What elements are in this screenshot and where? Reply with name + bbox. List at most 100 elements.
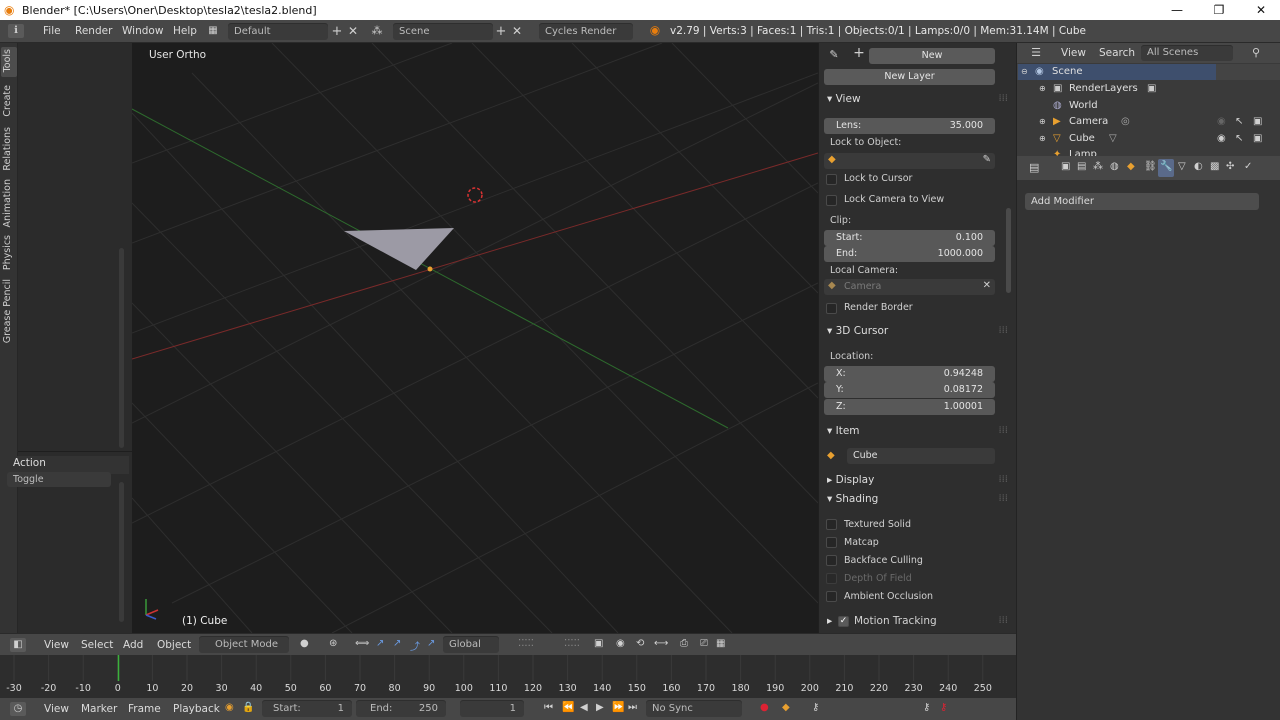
menu-file[interactable]: File — [43, 20, 61, 43]
clear-icon[interactable]: ✕ — [983, 280, 991, 291]
local-camera-field[interactable]: ◆ Camera ✕ — [824, 279, 995, 295]
prev-keyframe-icon[interactable]: ⏪ — [562, 702, 574, 713]
add-modifier-button[interactable]: Add Modifier — [1025, 193, 1259, 210]
menu-select[interactable]: Select — [81, 634, 113, 656]
tab-grease-pencil[interactable]: Grease Pencil — [2, 279, 16, 343]
operator-toggle-select[interactable]: Toggle — [7, 472, 111, 487]
screen-layout-field[interactable]: Default — [228, 23, 328, 40]
menu-window[interactable]: Window — [122, 20, 163, 43]
keying-set-icon[interactable]: ◉ — [225, 702, 234, 713]
snap-element-icon[interactable]: ⟷ — [654, 638, 668, 649]
world-tab-icon[interactable]: ◍ — [1110, 161, 1119, 172]
menu-frame[interactable]: Frame — [128, 698, 161, 720]
timeline[interactable]: -30 -20 -10 0 10 20 30 40 50 60 70 80 90 100 110 120 130… — [0, 655, 1016, 698]
orientation-select[interactable]: Global — [443, 636, 499, 653]
editor-type-timeline-icon[interactable]: ◷ — [10, 702, 26, 716]
menu-object[interactable]: Object — [157, 634, 191, 656]
menu-render[interactable]: Render — [75, 20, 112, 43]
transform-icon[interactable]: ↗ — [427, 638, 435, 649]
mode-select[interactable]: Object Mode — [199, 636, 289, 653]
outliner-row-cube[interactable]: ⊕ ▽ Cube ▽ ◉ ↖ ▣ — [1017, 131, 1280, 147]
jump-end-icon[interactable]: ⏭ — [628, 702, 637, 713]
delete-keyframe-icon[interactable]: ⚷ — [940, 702, 947, 713]
eyedropper-icon[interactable]: ✎ — [983, 154, 991, 165]
visibility-icon[interactable]: ◉ — [1217, 114, 1226, 130]
insert-keyframe-icon[interactable]: ⚷ — [923, 702, 930, 713]
motion-tracking-header[interactable]: ▸ — [827, 615, 832, 627]
proportional-edit-icon[interactable]: ◉ — [616, 638, 625, 649]
menu-marker[interactable]: Marker — [81, 698, 117, 720]
object-name-field[interactable]: Cube — [847, 448, 995, 464]
play-icon[interactable]: ▶ — [596, 702, 604, 713]
remove-scene-icon[interactable]: ✕ — [511, 24, 523, 38]
outliner-editor-icon[interactable]: ☰ — [1029, 46, 1043, 59]
lock-object-field[interactable]: ◆ ✎ — [824, 153, 995, 169]
properties-editor-icon[interactable]: ▤ — [1029, 161, 1039, 174]
particles-tab-icon[interactable]: ✣ — [1226, 161, 1234, 172]
mesh-data-tab-icon[interactable]: ▽ — [1178, 161, 1186, 172]
play-reverse-icon[interactable]: ◀ — [580, 702, 588, 713]
keyframe-icon[interactable]: ◆ — [782, 702, 790, 713]
add-icon[interactable]: + — [852, 45, 866, 61]
manipulator-icon[interactable]: ⟺ — [355, 638, 369, 649]
outliner-row-world[interactable]: ◍ World — [1017, 98, 1280, 114]
outliner-filter-select[interactable]: All Scenes — [1141, 45, 1233, 61]
texture-tab-icon[interactable]: ▩ — [1210, 161, 1219, 172]
tab-animation[interactable]: Animation — [2, 179, 16, 227]
search-icon[interactable]: ⚲ — [1249, 46, 1263, 59]
tab-physics[interactable]: Physics — [2, 235, 16, 270]
scene-icon[interactable]: ⁂ — [370, 24, 384, 37]
scale-icon[interactable]: ⤴ — [410, 638, 420, 653]
view-panel-header[interactable]: ▾ View — [827, 93, 861, 105]
remove-layout-icon[interactable]: ✕ — [347, 24, 359, 38]
render-engine-select[interactable]: Cycles Render — [539, 23, 633, 40]
grease-pencil-icon[interactable]: ✎ — [827, 48, 841, 61]
menu-timeline-view[interactable]: View — [44, 698, 69, 720]
render-icon[interactable]: ⎙ — [680, 638, 688, 649]
collapse-icon[interactable]: ⊕ — [1039, 114, 1046, 130]
keyframe-type-icon[interactable]: ⚷ — [812, 702, 819, 713]
object-tab-icon[interactable]: ◆ — [1127, 161, 1135, 172]
collapse-icon[interactable]: ⊖ — [1021, 64, 1028, 80]
new-layer-button[interactable]: New Layer — [824, 69, 995, 85]
item-panel-header[interactable]: ▾ Item — [827, 425, 860, 437]
outliner-row-renderlayers[interactable]: ⊕ ▣ RenderLayers ▣ — [1017, 81, 1280, 97]
lock-camera-checkbox[interactable] — [826, 195, 837, 206]
collapse-icon[interactable]: ⊕ — [1039, 81, 1046, 97]
constraints-tab-icon[interactable]: ⛓ — [1144, 161, 1157, 172]
material-tab-icon[interactable]: ◐ — [1194, 161, 1203, 172]
menu-view[interactable]: View — [44, 634, 69, 656]
panel-grip-icon[interactable]: ⁞⁞⁞ — [998, 425, 1008, 436]
clip-end-field[interactable]: End: 1000.000 — [824, 246, 995, 262]
local-layer-icon[interactable]: ▣ — [594, 638, 603, 649]
cursor-x-field[interactable]: X: 0.94248 — [824, 366, 995, 382]
scene-field[interactable]: Scene — [393, 23, 493, 40]
render-animation-icon[interactable]: ⎚ — [700, 638, 708, 649]
selectability-icon[interactable]: ↖ — [1235, 114, 1243, 130]
outliner-view-menu[interactable]: View — [1061, 43, 1086, 63]
opengl-render-icon[interactable]: ▦ — [716, 638, 725, 649]
3d-viewport[interactable]: User Ortho (1) Cube — [132, 43, 818, 633]
lens-field[interactable]: Lens: 35.000 — [824, 118, 995, 134]
operator-scrollbar[interactable] — [119, 482, 124, 622]
cursor-panel-header[interactable]: ▾ 3D Cursor — [827, 325, 888, 337]
tab-tools[interactable]: Tools — [2, 49, 16, 72]
editor-type-3d-icon[interactable]: ◧ — [10, 638, 26, 652]
menu-playback[interactable]: Playback — [173, 698, 220, 720]
outliner-row-camera[interactable]: ⊕ ▶ Camera ◎ ◉ ↖ ▣ — [1017, 114, 1280, 130]
scene-tab-icon[interactable]: ⁂ — [1093, 161, 1103, 172]
translate-icon[interactable]: ↗ — [376, 638, 384, 649]
panel-grip-icon[interactable]: ⁞⁞⁞ — [998, 474, 1008, 485]
render-tab-icon[interactable]: ▣ — [1061, 161, 1070, 172]
tab-relations[interactable]: Relations — [2, 127, 16, 171]
renderlayers-tab-icon[interactable]: ▤ — [1077, 161, 1086, 172]
renderability-icon[interactable]: ▣ — [1253, 114, 1262, 130]
record-icon[interactable]: ● — [760, 702, 769, 713]
renderability-icon[interactable]: ▣ — [1253, 131, 1262, 147]
jump-start-icon[interactable]: ⏮ — [544, 702, 553, 713]
lock-icon[interactable]: 🔒 — [242, 702, 254, 713]
restore-button[interactable]: ❐ — [1202, 0, 1236, 20]
menu-help[interactable]: Help — [173, 20, 197, 43]
panel-grip-icon[interactable]: ⁞⁞⁞ — [998, 325, 1008, 336]
outliner-row-scene[interactable]: ⊖ ◉ Scene — [1017, 64, 1280, 80]
